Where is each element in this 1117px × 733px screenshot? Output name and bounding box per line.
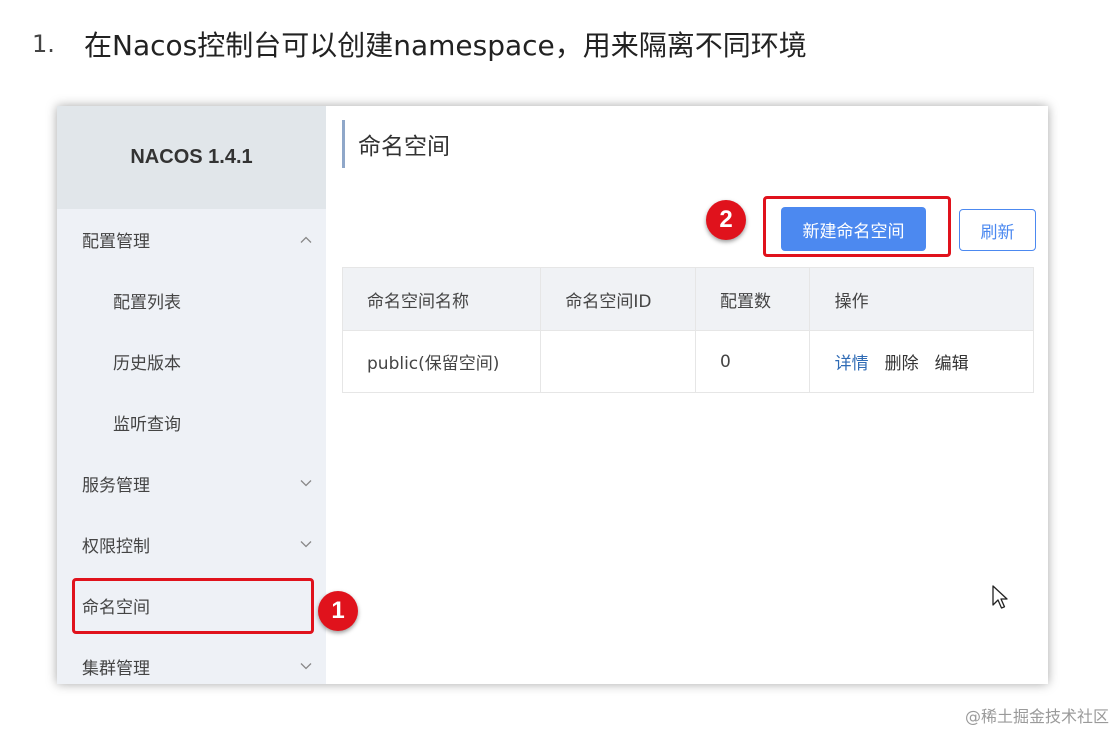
watermark: @稀土掘金技术社区 <box>964 707 1109 726</box>
chevron-down-icon <box>300 537 312 552</box>
column-header-id: 命名空间ID <box>541 268 696 330</box>
sidebar-item-listener-query[interactable]: 监听查询 <box>57 392 326 453</box>
sidebar-item-history-versions[interactable]: 历史版本 <box>57 331 326 392</box>
refresh-button[interactable]: 刷新 <box>959 209 1036 251</box>
step-badge-2: 2 <box>706 200 746 240</box>
brand-header: NACOS 1.4.1 <box>57 106 326 209</box>
column-header-actions: 操作 <box>834 291 869 312</box>
sidebar-item-label: 配置管理 <box>82 232 150 252</box>
step-text: 在Nacos控制台可以创建namespace，用来隔离不同环境 <box>84 29 807 62</box>
column-header-name: 命名空间名称 <box>343 268 542 330</box>
sidebar-item-label: 权限控制 <box>82 537 150 557</box>
sidebar-item-cluster-management[interactable]: 集群管理 <box>57 636 326 684</box>
sidebar-item-label: 历史版本 <box>113 354 181 374</box>
edit-link[interactable]: 编辑 <box>935 349 969 374</box>
highlight-box-new-button <box>763 196 951 257</box>
table-header: 命名空间名称 命名空间ID 配置数 操作 <box>343 268 1033 330</box>
sidebar-item-service-management[interactable]: 服务管理 <box>57 453 326 514</box>
highlight-box-namespace-menu <box>72 578 314 634</box>
sidebar-item-label: 集群管理 <box>82 659 150 679</box>
chevron-down-icon <box>300 659 312 674</box>
actions-cell: 详情 删除 编辑 <box>810 331 1033 392</box>
sidebar-item-label: 监听查询 <box>113 415 181 435</box>
sidebar-item-label: 配置列表 <box>113 293 181 313</box>
table-row: public(保留空间) 0 详情 删除 编辑 <box>343 330 1033 392</box>
namespace-name-cell: public(保留空间) <box>343 331 542 392</box>
column-header-count: 配置数 <box>696 268 810 330</box>
sidebar-item-config-management[interactable]: 配置管理 <box>57 209 326 270</box>
main-content: 命名空间 新建命名空间 刷新 命名空间名称 命名空间ID 配置数 操作 publ… <box>326 106 1048 684</box>
sidebar-item-label: 服务管理 <box>82 476 150 496</box>
details-link[interactable]: 详情 <box>835 349 869 374</box>
chevron-down-icon <box>300 476 312 491</box>
config-count-cell: 0 <box>696 331 810 392</box>
step-number: 1. <box>32 30 55 58</box>
delete-link[interactable]: 删除 <box>885 349 919 374</box>
step-badge-1: 1 <box>318 591 358 631</box>
namespace-id-cell <box>541 331 696 392</box>
instruction-heading: 1. 在Nacos控制台可以创建namespace，用来隔离不同环境 <box>32 24 807 64</box>
sidebar-item-access-control[interactable]: 权限控制 <box>57 514 326 575</box>
brand-title: NACOS 1.4.1 <box>130 146 253 168</box>
mouse-cursor-icon <box>992 585 1008 609</box>
sidebar-item-config-list[interactable]: 配置列表 <box>57 270 326 331</box>
namespace-table: 命名空间名称 命名空间ID 配置数 操作 public(保留空间) 0 详情 删… <box>342 267 1034 393</box>
page-title: 命名空间 <box>342 120 450 168</box>
chevron-up-icon <box>300 232 312 247</box>
